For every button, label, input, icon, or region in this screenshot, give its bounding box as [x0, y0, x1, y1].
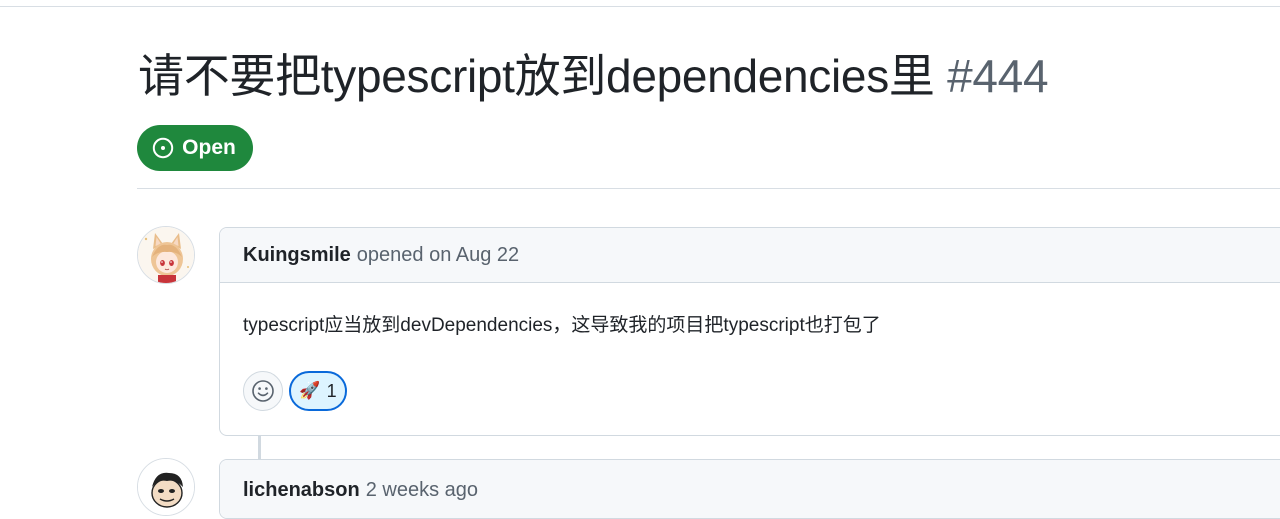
comment-author-link[interactable]: lichenabson	[243, 479, 360, 502]
reaction-rocket-button[interactable]: 🚀 1	[289, 371, 347, 411]
issue-title-text: 请不要把typescript放到dependencies里	[138, 50, 935, 102]
issue-comment: Kuingsmile opened on Aug 22 typescript应当…	[219, 227, 1280, 436]
avatar-lichenabson[interactable]	[137, 458, 195, 516]
reaction-count: 1	[326, 380, 337, 401]
issue-number: #444	[947, 50, 1049, 102]
timeline-connector	[258, 436, 261, 459]
avatar-image	[138, 459, 194, 515]
avatar-kuingsmile[interactable]	[137, 226, 195, 284]
issue-opened-icon	[152, 137, 174, 159]
add-reaction-button[interactable]	[243, 371, 283, 411]
header-divider	[137, 188, 1280, 189]
comment-timestamp[interactable]: 2 weeks ago	[366, 479, 478, 502]
comment-author-link[interactable]: Kuingsmile	[243, 244, 351, 267]
avatar-image	[138, 227, 194, 283]
top-divider	[0, 6, 1280, 7]
smiley-icon	[252, 380, 274, 402]
comment-header: lichenabson 2 weeks ago	[220, 460, 1280, 518]
comment-timestamp[interactable]: opened on Aug 22	[357, 244, 519, 267]
issue-title: 请不要把typescript放到dependencies里 #444	[138, 46, 1049, 106]
issue-state-badge: Open	[137, 125, 253, 171]
comment-body: typescript应当放到devDependencies，这导致我的项目把ty…	[243, 315, 881, 336]
issue-state-label: Open	[182, 136, 236, 159]
issue-comment: lichenabson 2 weeks ago	[219, 459, 1280, 519]
rocket-emoji-icon: 🚀	[299, 381, 321, 401]
comment-header: Kuingsmile opened on Aug 22	[220, 228, 1280, 283]
